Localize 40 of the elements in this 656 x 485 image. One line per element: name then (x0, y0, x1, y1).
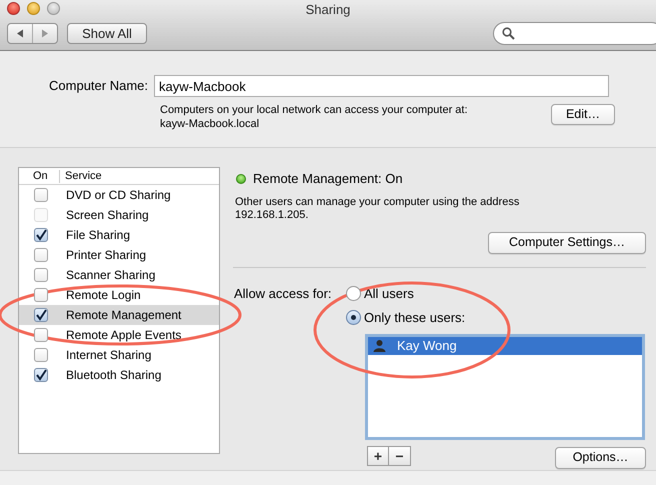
service-name: Screen Sharing (66, 207, 149, 224)
options-button[interactable]: Options… (555, 446, 646, 468)
service-name: Remote Apple Events (66, 327, 182, 344)
user-name: Kay Wong (397, 336, 457, 355)
address-text: Computers on your local network can access your computer at: (160, 103, 468, 117)
computer-name-field[interactable]: kayw-Macbook (154, 75, 609, 97)
service-row[interactable]: Bluetooth Sharing (19, 365, 219, 385)
service-name: DVD or CD Sharing (66, 187, 171, 204)
edit-button[interactable]: Edit… (551, 104, 615, 125)
status-description: Other users can manage your computer using the address (235, 196, 520, 208)
service-row[interactable]: Printer Sharing (19, 245, 219, 265)
radio-label: All users (364, 284, 414, 302)
service-name: Remote Management (66, 307, 182, 324)
service-row[interactable]: Remote Management (19, 305, 219, 325)
radio-label: Only these users: (364, 309, 466, 327)
service-name: Internet Sharing (66, 347, 152, 364)
column-header[interactable]: Service (60, 170, 102, 182)
service-row[interactable]: DVD or CD Sharing (19, 185, 219, 205)
column-header[interactable]: On (19, 170, 60, 182)
allow-access-label: Allow access for: (233, 284, 333, 302)
service-row[interactable]: Internet Sharing (19, 345, 219, 365)
service-name: Printer Sharing (66, 247, 146, 264)
address-text: kayw-Macbook.local (160, 117, 260, 131)
computer-settings-button[interactable]: Computer Settings… (488, 232, 646, 254)
service-row[interactable]: Remote Apple Events (19, 325, 219, 345)
remove-button[interactable]: − (389, 446, 411, 466)
computer-name-label: Computer Name: (48, 77, 149, 96)
window-title: Sharing (306, 0, 350, 19)
service-row[interactable]: Remote Login (19, 285, 219, 305)
show-all-button[interactable]: Show All (67, 22, 147, 44)
service-name: Bluetooth Sharing (66, 367, 162, 384)
add-button[interactable]: + (367, 446, 389, 466)
service-row[interactable]: File Sharing (19, 225, 219, 245)
status-title: Remote Management: On (253, 170, 403, 188)
service-row[interactable]: Scanner Sharing (19, 265, 219, 285)
service-name: Remote Login (66, 287, 141, 304)
service-name: Scanner Sharing (66, 267, 156, 284)
user-row[interactable]: Kay Wong (368, 336, 642, 354)
service-name: File Sharing (66, 227, 130, 244)
status-description: 192.168.1.205. (235, 208, 310, 222)
